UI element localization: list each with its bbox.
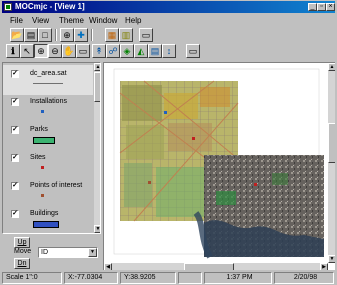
- window-title: MOCmjc - [View 1]: [15, 2, 85, 11]
- info-icon[interactable]: ℹ: [6, 44, 20, 58]
- status-scale: Scale 1":0: [2, 272, 62, 284]
- toolbar-tools: ℹ ↖ ⊕ ⊖ ✋ ▭ ↟ ☍ ◈ ◭ ▤ ↕ ▭: [2, 43, 335, 59]
- legend-layer-parks[interactable]: ✓ Parks: [3, 121, 93, 151]
- layer-visibility-checkbox[interactable]: ✓: [11, 210, 19, 218]
- status-date: 2/20/98: [274, 272, 334, 284]
- status-time: 1:37 PM: [204, 272, 272, 284]
- pan-icon[interactable]: ✋: [62, 44, 76, 58]
- menu-file[interactable]: File: [10, 15, 23, 26]
- layer-name: dc_area.sat: [30, 70, 67, 77]
- point-symbol: [41, 110, 44, 113]
- point-symbol: [41, 194, 44, 197]
- field-select[interactable]: ID ▼: [38, 247, 98, 258]
- scroll-left-button[interactable]: ◀: [104, 263, 112, 270]
- layer-name: Sites: [30, 154, 46, 161]
- menu-bar: File View Theme Window Help: [2, 15, 335, 26]
- toolbar-separator: [55, 29, 57, 41]
- polygon-symbol: [33, 137, 55, 144]
- zoom-out-icon[interactable]: ⊖: [48, 44, 62, 58]
- status-empty-pane: [178, 272, 202, 284]
- layer-visibility-checkbox[interactable]: ✓: [11, 70, 19, 78]
- map-view[interactable]: ▲ ▼ ◀ ▶: [103, 62, 335, 270]
- label-icon[interactable]: ↕: [162, 44, 176, 58]
- scroll-down-button[interactable]: ▼: [328, 255, 335, 263]
- scroll-thumb[interactable]: [94, 72, 100, 102]
- layer-name: Points of interest: [30, 182, 83, 189]
- layer-visibility-checkbox[interactable]: ✓: [11, 98, 19, 106]
- move-label: Move: [14, 248, 32, 255]
- layer-name: Parks: [30, 126, 48, 133]
- polygon-symbol: [33, 221, 59, 228]
- scroll-up-button[interactable]: ▲: [94, 63, 100, 71]
- legend-layer-sites[interactable]: ✓ Sites: [3, 149, 93, 179]
- scroll-up-button[interactable]: ▲: [328, 63, 335, 71]
- maximize-button[interactable]: ▫: [317, 3, 326, 11]
- full-extent-icon[interactable]: ▭: [76, 44, 90, 58]
- menu-help[interactable]: Help: [125, 15, 141, 26]
- add-layer-icon[interactable]: ✚: [74, 28, 88, 42]
- title-bar[interactable]: MOCmjc - [View 1] _ ▫ ×: [2, 1, 335, 13]
- select-icon[interactable]: ↖: [20, 44, 34, 58]
- map-horizontal-scrollbar[interactable]: ◀ ▶: [104, 263, 328, 270]
- map-vertical-scrollbar[interactable]: ▲ ▼: [328, 63, 335, 263]
- layer-visibility-checkbox[interactable]: ✓: [11, 182, 19, 190]
- status-y-coordinate: Y:38.9205: [120, 272, 176, 284]
- chart-window-icon[interactable]: ▥: [119, 28, 133, 42]
- scroll-thumb[interactable]: [184, 263, 234, 270]
- add-theme-icon[interactable]: ⊕: [60, 28, 74, 42]
- move-down-button[interactable]: Dn: [14, 258, 30, 269]
- legend-scrollbar[interactable]: ▲ ▼: [94, 63, 100, 233]
- chevron-down-icon[interactable]: ▼: [88, 248, 97, 257]
- layer-visibility-checkbox[interactable]: ✓: [11, 126, 19, 134]
- layer-name: Installations: [30, 98, 67, 105]
- print-icon[interactable]: □: [38, 28, 52, 42]
- map-image: [113, 68, 324, 259]
- scroll-right-button[interactable]: ▶: [320, 263, 328, 270]
- menu-view[interactable]: View: [32, 15, 49, 26]
- point-symbol: [41, 166, 44, 169]
- field-select-value: ID: [41, 249, 48, 256]
- scroll-down-button[interactable]: ▼: [94, 225, 100, 233]
- legend-layer-buildings[interactable]: ✓ Buildings: [3, 205, 93, 233]
- window-icon[interactable]: ▭: [139, 28, 153, 42]
- layer-move-controls: Up Move Dn ID ▼: [2, 236, 101, 269]
- find-icon[interactable]: ☍: [106, 44, 120, 58]
- query-icon[interactable]: ◈: [120, 44, 134, 58]
- minimize-button[interactable]: _: [308, 3, 317, 11]
- status-x-coordinate: X:-77.0304: [64, 272, 118, 284]
- identify-icon[interactable]: ↟: [92, 44, 106, 58]
- line-symbol: [33, 83, 63, 84]
- zoom-in-icon[interactable]: ⊕: [34, 44, 48, 58]
- legend-layer-installations[interactable]: ✓ Installations: [3, 93, 93, 123]
- close-button[interactable]: ×: [326, 3, 335, 11]
- legend-panel: ✓ dc_area.sat ✓ Installations ✓ Parks ✓ …: [2, 62, 101, 234]
- toolbar-main: 📂 ▤ □ ⊕ ✚ ▦ ▥ ▭: [2, 27, 335, 43]
- open-icon[interactable]: 📂: [10, 28, 24, 42]
- move-up-button[interactable]: Up: [14, 237, 30, 248]
- menu-theme[interactable]: Theme: [59, 15, 84, 26]
- layout-icon[interactable]: ▦: [105, 28, 119, 42]
- layout-tool-icon[interactable]: ▭: [186, 44, 200, 58]
- map-canvas[interactable]: [104, 63, 328, 263]
- table-icon[interactable]: ▤: [148, 44, 162, 58]
- layer-visibility-checkbox[interactable]: ✓: [11, 154, 19, 162]
- legend-layer-dc-area[interactable]: ✓ dc_area.sat: [3, 65, 93, 95]
- scroll-thumb[interactable]: [328, 123, 335, 163]
- app-window: MOCmjc - [View 1] _ ▫ × File View Theme …: [0, 0, 337, 285]
- legend-layer-points-of-interest[interactable]: ✓ Points of interest: [3, 177, 93, 207]
- menu-window[interactable]: Window: [89, 15, 117, 26]
- app-icon[interactable]: [4, 3, 12, 11]
- chart-icon[interactable]: ◭: [134, 44, 148, 58]
- layer-name: Buildings: [30, 210, 59, 217]
- toolbar-separator: [91, 29, 93, 41]
- status-bar: Scale 1":0 X:-77.0304 Y:38.9205 1:37 PM …: [2, 272, 335, 284]
- save-icon[interactable]: ▤: [24, 28, 38, 42]
